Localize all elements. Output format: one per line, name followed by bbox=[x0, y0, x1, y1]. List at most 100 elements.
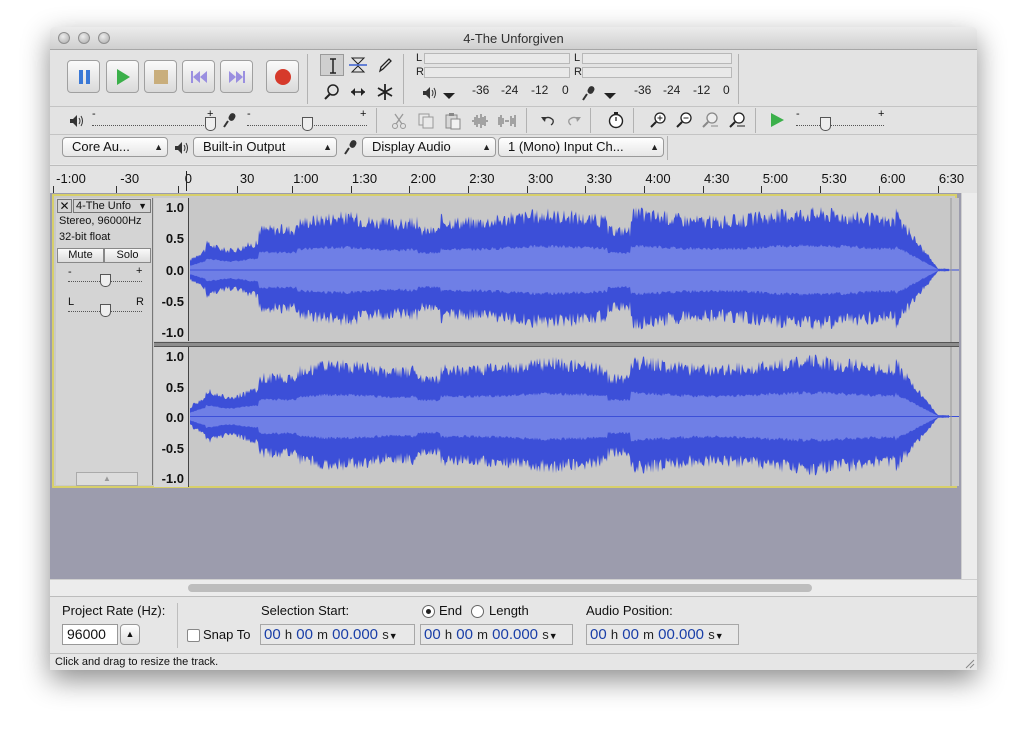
gain-plus-label: + bbox=[136, 265, 143, 277]
project-rate-input[interactable]: 96000 bbox=[62, 624, 118, 645]
trim-button[interactable] bbox=[468, 110, 492, 132]
toolbar-separator bbox=[526, 108, 527, 133]
playback-meter-left[interactable] bbox=[424, 53, 570, 64]
vertical-ruler-right-channel[interactable]: 1.0 0.5 0.0 -0.5 -1.0 bbox=[154, 347, 189, 487]
project-rate-label: Project Rate (Hz): bbox=[62, 603, 166, 618]
amplitude-label: -1.0 bbox=[161, 471, 184, 486]
track-control-panel: ✕ 4-The Unfo ▼ Stereo, 96000Hz 32-bit flo… bbox=[56, 198, 153, 486]
timeline-tick bbox=[937, 186, 939, 193]
draw-tool[interactable] bbox=[373, 54, 397, 76]
play-icon bbox=[117, 69, 130, 85]
skip-to-start-button[interactable] bbox=[182, 60, 215, 93]
magnifier-icon bbox=[324, 84, 339, 100]
speed-minus: - bbox=[796, 108, 800, 120]
zoom-out-button[interactable] bbox=[672, 109, 696, 131]
zoom-tool[interactable] bbox=[320, 81, 344, 103]
waveform-left-channel[interactable] bbox=[190, 198, 959, 342]
end-radio[interactable] bbox=[422, 605, 435, 618]
chevron-down-icon: ▼ bbox=[548, 631, 558, 641]
input-volume-slider[interactable] bbox=[302, 117, 313, 131]
record-button[interactable] bbox=[266, 60, 299, 93]
timeline-tick bbox=[526, 186, 528, 193]
pause-button[interactable] bbox=[67, 60, 100, 93]
undo-button[interactable] bbox=[536, 110, 560, 132]
waveform-right-channel[interactable] bbox=[190, 347, 959, 486]
stop-button[interactable] bbox=[144, 60, 177, 93]
chevron-up-icon: ▲ bbox=[103, 474, 111, 483]
fit-selection-button[interactable] bbox=[698, 109, 722, 131]
sync-lock-button[interactable] bbox=[604, 109, 628, 131]
horizontal-scrollbar[interactable] bbox=[50, 579, 977, 596]
skip-to-end-button[interactable] bbox=[220, 60, 253, 93]
stop-icon bbox=[154, 70, 168, 84]
envelope-tool[interactable] bbox=[346, 54, 370, 76]
record-meter-dropdown[interactable] bbox=[598, 84, 622, 106]
meter-scale-play-12: -12 bbox=[531, 83, 549, 97]
length-radio[interactable] bbox=[471, 605, 484, 618]
horizontal-scroll-thumb[interactable] bbox=[188, 584, 812, 592]
snap-to-checkbox[interactable] bbox=[187, 629, 200, 642]
copy-button[interactable] bbox=[414, 110, 438, 132]
audio-position-time[interactable]: 00 h 00 m 00.000 s▼ bbox=[586, 624, 739, 645]
output-volume-slider[interactable] bbox=[205, 117, 216, 131]
end-hours: 00 bbox=[424, 626, 441, 643]
input-channels-select[interactable]: 1 (Mono) Input Ch... ▲ bbox=[498, 137, 664, 157]
updown-arrows-icon: ▲ bbox=[154, 142, 163, 152]
redo-button[interactable] bbox=[562, 110, 586, 132]
pos-minutes: 00 bbox=[622, 626, 639, 643]
timeline-tick bbox=[761, 186, 763, 193]
playhead-marker[interactable] bbox=[186, 171, 187, 191]
fit-project-button[interactable] bbox=[725, 109, 749, 131]
track-format-info: Stereo, 96000Hz bbox=[59, 215, 142, 227]
play-button[interactable] bbox=[106, 60, 139, 93]
timeline-label: 4:00 bbox=[645, 171, 671, 186]
end-h-unit: h bbox=[444, 627, 453, 642]
selection-tool[interactable] bbox=[320, 54, 344, 76]
record-meter-right[interactable] bbox=[582, 67, 732, 78]
resize-grip-icon[interactable] bbox=[963, 657, 975, 669]
selection-start-time[interactable]: 00 h 00 m 00.000 s▼ bbox=[260, 624, 415, 645]
gain-slider[interactable] bbox=[100, 274, 111, 287]
record-meter-left[interactable] bbox=[582, 53, 732, 64]
vertical-scrollbar[interactable] bbox=[961, 193, 977, 579]
output-device-select[interactable]: Built-in Output ▲ bbox=[193, 137, 337, 157]
solo-button[interactable]: Solo bbox=[104, 248, 151, 263]
pencil-icon bbox=[378, 58, 392, 73]
pos-h-unit: h bbox=[610, 627, 619, 642]
close-track-button[interactable]: ✕ bbox=[57, 199, 72, 213]
toolbar-row-divider bbox=[50, 134, 977, 135]
amplitude-label: 0.0 bbox=[165, 262, 184, 278]
timeline-label: -30 bbox=[120, 171, 140, 186]
paste-button[interactable] bbox=[441, 110, 465, 132]
multi-tool[interactable] bbox=[373, 81, 397, 103]
zoom-in-button[interactable] bbox=[646, 109, 670, 131]
play-at-speed-button[interactable] bbox=[765, 109, 789, 131]
start-h-unit: h bbox=[284, 627, 293, 642]
timeline-ruler[interactable]: -1:00 -30 0 30 1:00 1:30 2:00 2:30 3:00 3:30 4:00 4… bbox=[50, 165, 977, 194]
meter-playback-right-label: R bbox=[416, 66, 424, 78]
fit-project-icon bbox=[729, 112, 745, 128]
amplitude-label: -1.0 bbox=[161, 325, 184, 340]
timeline-label: 3:30 bbox=[586, 171, 612, 186]
timeline-tick bbox=[291, 186, 293, 193]
mute-button[interactable]: Mute bbox=[57, 248, 104, 263]
selection-end-time[interactable]: 00 h 00 m 00.000 s▼ bbox=[420, 624, 573, 645]
playback-meter-dropdown[interactable] bbox=[437, 84, 461, 106]
time-shift-tool[interactable] bbox=[346, 81, 370, 103]
track-menu-button[interactable]: 4-The Unfo ▼ bbox=[73, 199, 151, 213]
vertical-ruler-left-channel[interactable]: 1.0 0.5 0.0 -0.5 -1.0 bbox=[154, 198, 189, 341]
meter-scale-rec-24: -24 bbox=[663, 83, 681, 97]
audio-host-select[interactable]: Core Au... ▲ bbox=[62, 137, 168, 157]
amplitude-label: 1.0 bbox=[165, 349, 184, 364]
amplitude-label: 0.0 bbox=[165, 410, 184, 425]
silence-button[interactable] bbox=[495, 110, 519, 132]
collapse-track-button[interactable]: ▲ bbox=[76, 472, 138, 486]
input-device-select[interactable]: Display Audio ▲ bbox=[362, 137, 496, 157]
play-speed-slider[interactable] bbox=[820, 117, 831, 131]
project-rate-stepper[interactable]: ▲ bbox=[120, 624, 140, 645]
cut-button[interactable] bbox=[387, 110, 411, 132]
audio-track[interactable]: ✕ 4-The Unfo ▼ Stereo, 96000Hz 32-bit flo… bbox=[52, 194, 959, 488]
playback-meter-right[interactable] bbox=[424, 67, 570, 78]
toolbar-separator bbox=[403, 54, 404, 104]
pan-slider[interactable] bbox=[100, 304, 111, 317]
